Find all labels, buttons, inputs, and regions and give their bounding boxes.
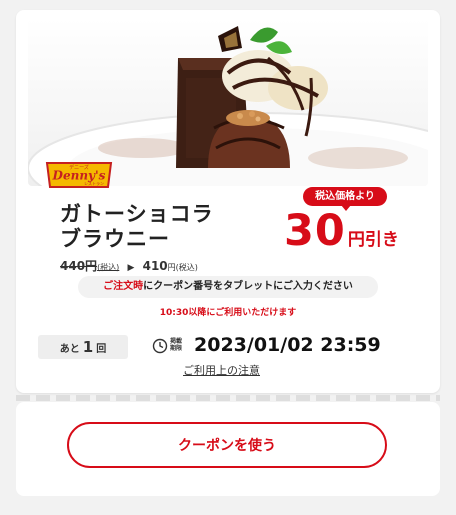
product-name-line1: ガトーショコラ [60,202,214,226]
time-restriction: 10:30以降にご利用いただけます [159,308,297,318]
perforation-divider [16,395,440,401]
product-name: ガトーショコラ ブラウニー [60,202,280,252]
product-name-line2: ブラウニー [60,227,170,251]
discount-unit: 円引き [347,230,399,250]
remaining-count: 1 [82,338,94,356]
old-price: 440円(税込) [60,259,120,273]
notice-highlight: ご注文時 [103,281,144,292]
use-coupon-button[interactable]: クーポンを使う [67,422,387,468]
new-price-unit: 円 [167,263,176,272]
discount-amount: 30 円引き [284,206,399,256]
price-info: 440円(税込) ▶ 410円(税込) [60,257,198,274]
discount-number: 30 [284,206,346,256]
deadline-datetime: 2023/01/02 23:59 [194,334,381,356]
deadline-label: 掲載 期限 [170,338,183,352]
arrow-right-icon: ▶ [127,263,135,273]
new-price-tax: (税込) [175,263,198,272]
new-price: 410 [142,259,168,273]
clock-icon [152,338,168,354]
usage-notes-link[interactable]: ご利用上の注意 [183,362,260,378]
notice-text: にクーポン番号をタブレットにご入力ください [143,281,353,292]
logo-bottom-text: レストラン [84,180,104,186]
dennys-logo: デニーズ Denny's レストラン [44,160,114,190]
usage-notice: ご注文時にクーポン番号をタブレットにご入力ください [78,276,378,298]
remaining-uses: あと 1 回 [38,335,128,359]
action-card: クーポンを使う [16,402,440,496]
discount-badge: 税込価格より [303,187,387,211]
